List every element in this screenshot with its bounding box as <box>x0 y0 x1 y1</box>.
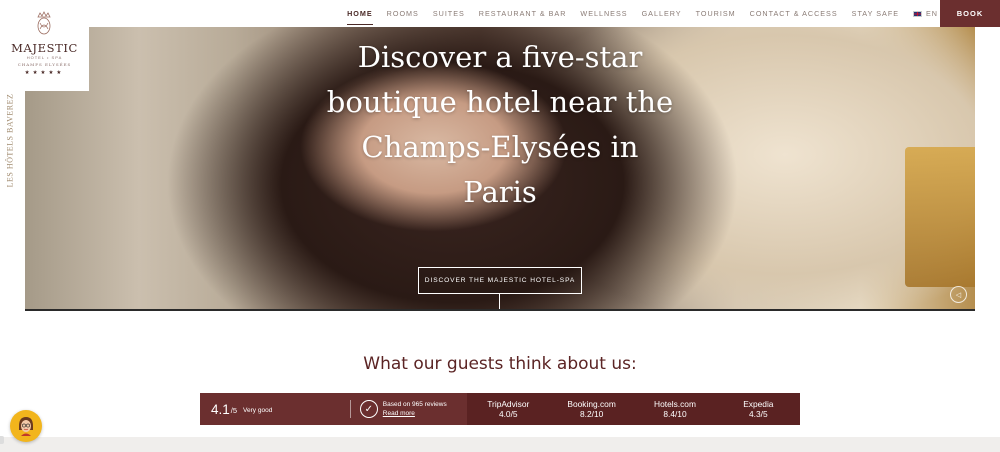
discover-hotel-button[interactable]: DISCOVER THE MAJESTIC HOTEL-SPA <box>418 267 582 294</box>
language-label: EN <box>926 9 938 18</box>
nav-item-rooms[interactable]: ROOMS <box>387 0 419 27</box>
review-site-expedia[interactable]: Expedia 4.3/5 <box>717 393 800 425</box>
hero-title-line: Champs-Elysées in <box>361 130 639 164</box>
site-score: 4.0/5 <box>498 409 518 419</box>
site-name: Expedia <box>743 399 774 409</box>
next-section-band <box>0 437 1000 452</box>
chat-assistant-button[interactable] <box>10 410 42 442</box>
side-brand-label: LES HÔTELS BAVEREZ <box>5 93 15 187</box>
sound-toggle-button[interactable]: ◁ <box>950 286 967 303</box>
chat-panel-tab[interactable] <box>0 436 4 444</box>
review-site-booking[interactable]: Booking.com 8.2/10 <box>550 393 633 425</box>
nav-item-suites[interactable]: SUITES <box>433 0 465 27</box>
hero-title-line: Discover a five-star <box>357 40 643 74</box>
speaker-icon: ◁ <box>955 291 962 299</box>
hero-lamp-shade <box>905 147 975 287</box>
site-name: Booking.com <box>567 399 616 409</box>
nav-item-contact-access[interactable]: CONTACT & ACCESS <box>750 0 838 27</box>
checkmark-icon: ✓ <box>359 400 378 418</box>
based-on-text: Based on 965 reviews <box>382 401 447 408</box>
site-name: TripAdvisor <box>487 399 530 409</box>
site-name: Hotels.com <box>654 399 696 409</box>
top-navigation: HOME ROOMS SUITES RESTAURANT & BAR WELLN… <box>0 0 1000 27</box>
site-score: 8.2/10 <box>579 409 604 419</box>
score-max: /5 <box>230 406 238 415</box>
nav-item-wellness[interactable]: WELLNESS <box>580 0 627 27</box>
review-site-tripadvisor[interactable]: TripAdvisor 4.0/5 <box>467 393 550 425</box>
nav-item-home[interactable]: HOME <box>347 0 373 27</box>
hotel-logo[interactable]: MAJESTIC HOTEL • SPA CHAMPS ELYSÉES ★★★★… <box>0 0 89 91</box>
logo-location: CHAMPS ELYSÉES <box>17 62 72 67</box>
review-count: ✓ Based on 965 reviews Read more <box>351 393 467 425</box>
score-value: 4.1 <box>211 401 230 417</box>
score-label: Very good <box>243 407 273 414</box>
site-score: 8.4/10 <box>663 409 687 419</box>
reviews-bar: 4.1 /5 Very good ✓ Based on 965 reviews … <box>200 393 800 425</box>
nav-item-gallery[interactable]: GALLERY <box>642 0 682 27</box>
nav-item-stay-safe[interactable]: STAY SAFE <box>852 0 899 27</box>
assistant-avatar-icon <box>19 417 33 436</box>
review-sites: TripAdvisor 4.0/5 Booking.com 8.2/10 Hot… <box>466 393 800 425</box>
logo-stars: ★★★★★ <box>24 70 65 76</box>
hero-bottom-border <box>25 309 975 311</box>
hero-title-line: boutique hotel near the <box>326 85 674 119</box>
nav-item-restaurant-bar[interactable]: RESTAURANT & BAR <box>479 0 567 27</box>
review-site-hotels[interactable]: Hotels.com 8.4/10 <box>633 393 716 425</box>
hero-title-line: Paris <box>463 175 537 209</box>
hero-video: Discover a five-star boutique hotel near… <box>25 27 975 311</box>
main-menu: HOME ROOMS SUITES RESTAURANT & BAR WELLN… <box>333 0 938 27</box>
uk-flag-icon <box>913 10 922 17</box>
nav-item-tourism[interactable]: TOURISM <box>696 0 736 27</box>
language-selector[interactable]: EN <box>913 0 938 27</box>
site-score: 4.3/5 <box>749 409 768 419</box>
crown-crest-icon <box>37 11 51 35</box>
read-more-link[interactable]: Read more <box>383 409 447 418</box>
reviews-heading: What our guests think about us: <box>363 354 637 374</box>
book-button[interactable]: BOOK <box>940 0 1000 27</box>
logo-subtitle: HOTEL • SPA <box>26 55 63 60</box>
overall-score: 4.1 /5 Very good <box>200 393 350 425</box>
hero-title: Discover a five-star boutique hotel near… <box>325 35 675 215</box>
side-brand: LES HÔTELS BAVEREZ <box>3 85 17 195</box>
logo-name: MAJESTIC <box>11 41 78 55</box>
